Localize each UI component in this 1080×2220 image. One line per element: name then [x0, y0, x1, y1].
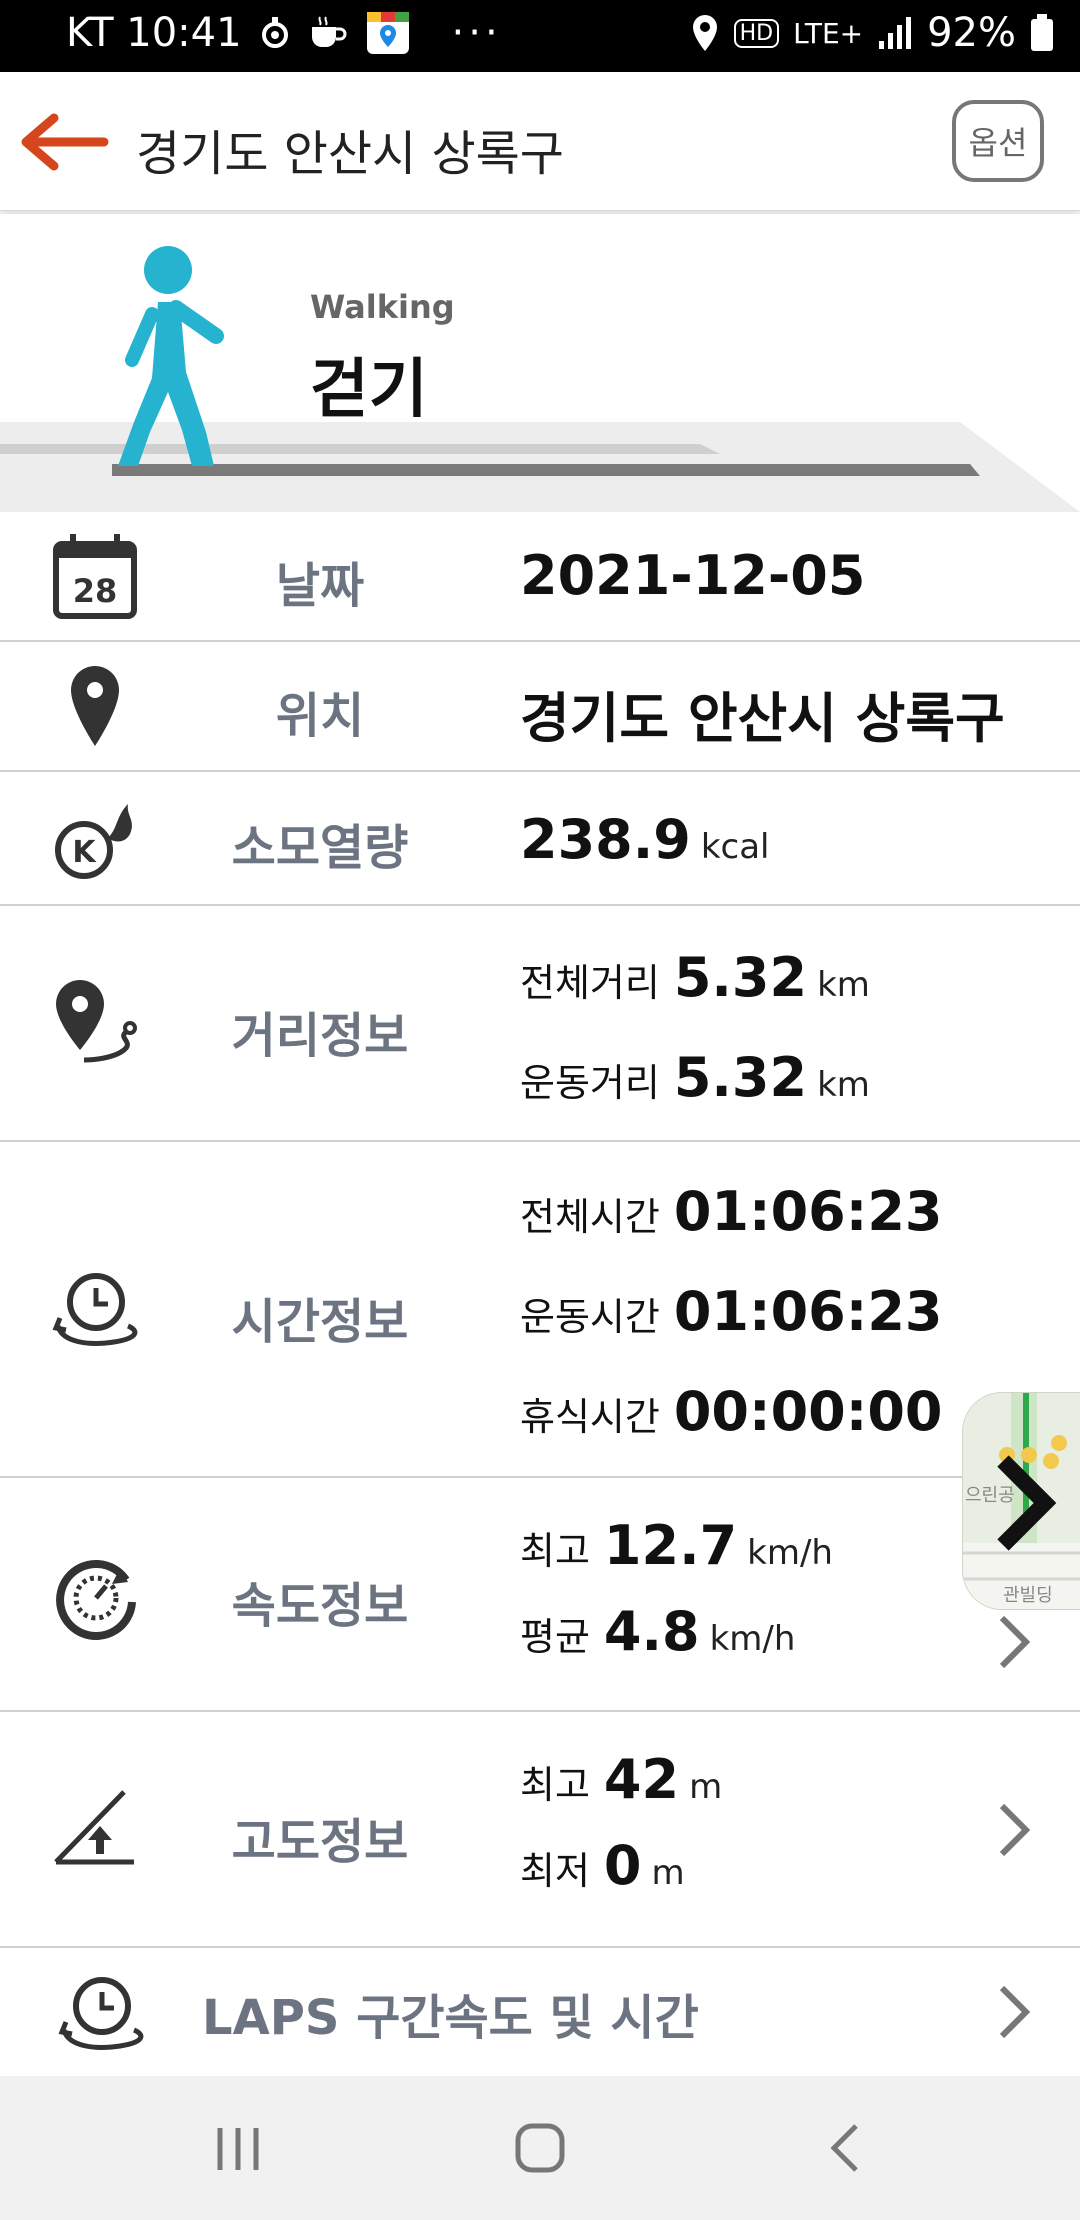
- total-distance-label: 전체거리: [520, 961, 660, 1005]
- signal-icon: [879, 17, 912, 49]
- system-nav-bar: [0, 2076, 1080, 2220]
- total-time-label: 전체시간: [520, 1195, 660, 1239]
- recent-apps-icon[interactable]: [214, 2124, 262, 2174]
- date-row: 28 날짜 2021-12-05: [0, 512, 1080, 642]
- max-speed-value: 12.7: [603, 1514, 738, 1577]
- rest-time-label: 휴식시간: [520, 1395, 660, 1439]
- exercise-distance-value: 5.32: [673, 1046, 808, 1109]
- speedometer-icon: [56, 1559, 136, 1640]
- back-nav-icon[interactable]: [826, 2122, 862, 2174]
- max-speed-unit: km/h: [747, 1533, 833, 1573]
- avg-speed-unit: km/h: [709, 1619, 796, 1659]
- back-arrow-icon: [21, 113, 109, 171]
- walking-person-icon: [118, 246, 224, 466]
- min-altitude-label: 최저: [520, 1849, 590, 1893]
- calories-row: K 소모열량 238.9 kcal: [0, 772, 1080, 906]
- calendar-day: 28: [73, 572, 118, 610]
- exercise-distance-line: 운동거리 5.32 km: [520, 1046, 870, 1109]
- map-app-icon: [366, 12, 409, 54]
- calories-value-line: 238.9 kcal: [520, 808, 769, 871]
- calories-value: 238.9: [520, 808, 691, 871]
- home-icon[interactable]: [514, 2122, 566, 2174]
- location-value: 경기도 안산시 상록구: [520, 687, 1005, 750]
- max-altitude-label: 최고: [520, 1763, 590, 1807]
- time-label: 시간정보: [231, 1294, 409, 1350]
- chevron-right-icon: [999, 1615, 1031, 1669]
- total-time-value: 01:06:23: [673, 1180, 943, 1243]
- smartthings-icon: [261, 17, 288, 48]
- calorie-flame-icon: K: [55, 804, 132, 879]
- app-header: 경기도 안산시 상록구 옵션: [0, 72, 1080, 211]
- exercise-time-label: 운동시간: [520, 1295, 660, 1339]
- options-button[interactable]: 옵션: [952, 100, 1044, 182]
- carrier-time: KT 10:41: [66, 10, 242, 56]
- avg-speed-value: 4.8: [603, 1600, 700, 1663]
- lte-icon: LTE+: [793, 16, 864, 50]
- date-label: 날짜: [275, 558, 365, 614]
- calories-unit: kcal: [700, 827, 770, 867]
- location-pin-icon: [71, 666, 119, 746]
- more-notifications-icon: ···: [451, 10, 502, 56]
- rest-time-value: 00:00:00: [673, 1380, 943, 1443]
- laps-label: LAPS 구간속도 및 시간: [202, 1990, 699, 2046]
- map-label-bottom: 관빌딩: [1003, 1585, 1053, 1606]
- max-speed-line: 최고 12.7 km/h: [520, 1514, 833, 1577]
- total-time-line: 전체시간 01:06:23: [520, 1180, 942, 1243]
- calendar-icon: 28: [53, 534, 137, 619]
- map-thumbnail-button[interactable]: 으린공 관빌딩: [962, 1392, 1080, 1610]
- chevron-right-icon: [999, 1985, 1031, 2039]
- laps-row[interactable]: LAPS 구간속도 및 시간: [0, 1948, 1080, 2076]
- rest-time-line: 휴식시간 00:00:00: [520, 1380, 942, 1443]
- speed-row[interactable]: 속도정보 최고 12.7 km/h 평균 4.8 km/h: [0, 1478, 1080, 1712]
- total-distance-unit: km: [817, 965, 870, 1005]
- avg-speed-line: 평균 4.8 km/h: [520, 1600, 795, 1663]
- avg-speed-label: 평균: [520, 1615, 590, 1659]
- map-label-top: 으린공: [965, 1485, 1015, 1506]
- calories-label: 소모열량: [231, 820, 409, 876]
- altitude-row[interactable]: 고도정보 최고 42 m 최저 0 m: [0, 1712, 1080, 1948]
- min-altitude-value: 0: [603, 1834, 642, 1897]
- battery-icon: [1031, 14, 1053, 51]
- back-button[interactable]: [20, 112, 110, 172]
- location-icon: [692, 15, 717, 51]
- distance-route-icon: [56, 980, 137, 1063]
- battery-percent: 92%: [927, 10, 1016, 56]
- exercise-distance-label: 운동거리: [520, 1061, 660, 1105]
- laps-clock-icon: [58, 1977, 144, 2050]
- page-title: 경기도 안산시 상록구: [136, 126, 564, 182]
- svg-text:K: K: [72, 835, 97, 870]
- map-thumbnail-image: 으린공 관빌딩: [963, 1393, 1080, 1609]
- altitude-label: 고도정보: [231, 1814, 409, 1870]
- min-altitude-unit: m: [651, 1853, 685, 1893]
- exercise-time-line: 운동시간 01:06:23: [520, 1280, 942, 1343]
- exercise-time-value: 01:06:23: [673, 1280, 943, 1343]
- location-row: 위치 경기도 안산시 상록구: [0, 642, 1080, 772]
- status-bar: KT 10:41 ··· HD LTE+ 92%: [0, 0, 1080, 72]
- max-altitude-unit: m: [689, 1767, 723, 1807]
- min-altitude-line: 최저 0 m: [520, 1834, 685, 1897]
- date-value: 2021-12-05: [520, 544, 866, 607]
- max-speed-label: 최고: [520, 1529, 590, 1573]
- location-label: 위치: [275, 688, 365, 744]
- chevron-right-icon: [999, 1803, 1031, 1857]
- speed-label: 속도정보: [231, 1578, 409, 1634]
- hd-voice-icon: HD: [733, 18, 780, 48]
- distance-label: 거리정보: [231, 1008, 409, 1064]
- activity-banner: Walking 걷기: [0, 214, 1080, 512]
- activity-type-en: Walking: [310, 288, 455, 326]
- exercise-distance-unit: km: [817, 1065, 870, 1105]
- time-row: 시간정보 전체시간 01:06:23 운동시간 01:06:23 휴식시간 00:00…: [0, 1142, 1080, 1478]
- coffee-icon: [311, 16, 346, 47]
- total-distance-line: 전체거리 5.32 km: [520, 946, 870, 1009]
- max-altitude-value: 42: [603, 1748, 680, 1811]
- total-distance-value: 5.32: [673, 946, 808, 1009]
- time-clock-icon: [52, 1273, 138, 1346]
- max-altitude-line: 최고 42 m: [520, 1748, 722, 1811]
- distance-row: 거리정보 전체거리 5.32 km 운동거리 5.32 km: [0, 906, 1080, 1142]
- activity-type-ko: 걷기: [310, 353, 428, 427]
- altitude-slope-icon: [54, 1790, 134, 1865]
